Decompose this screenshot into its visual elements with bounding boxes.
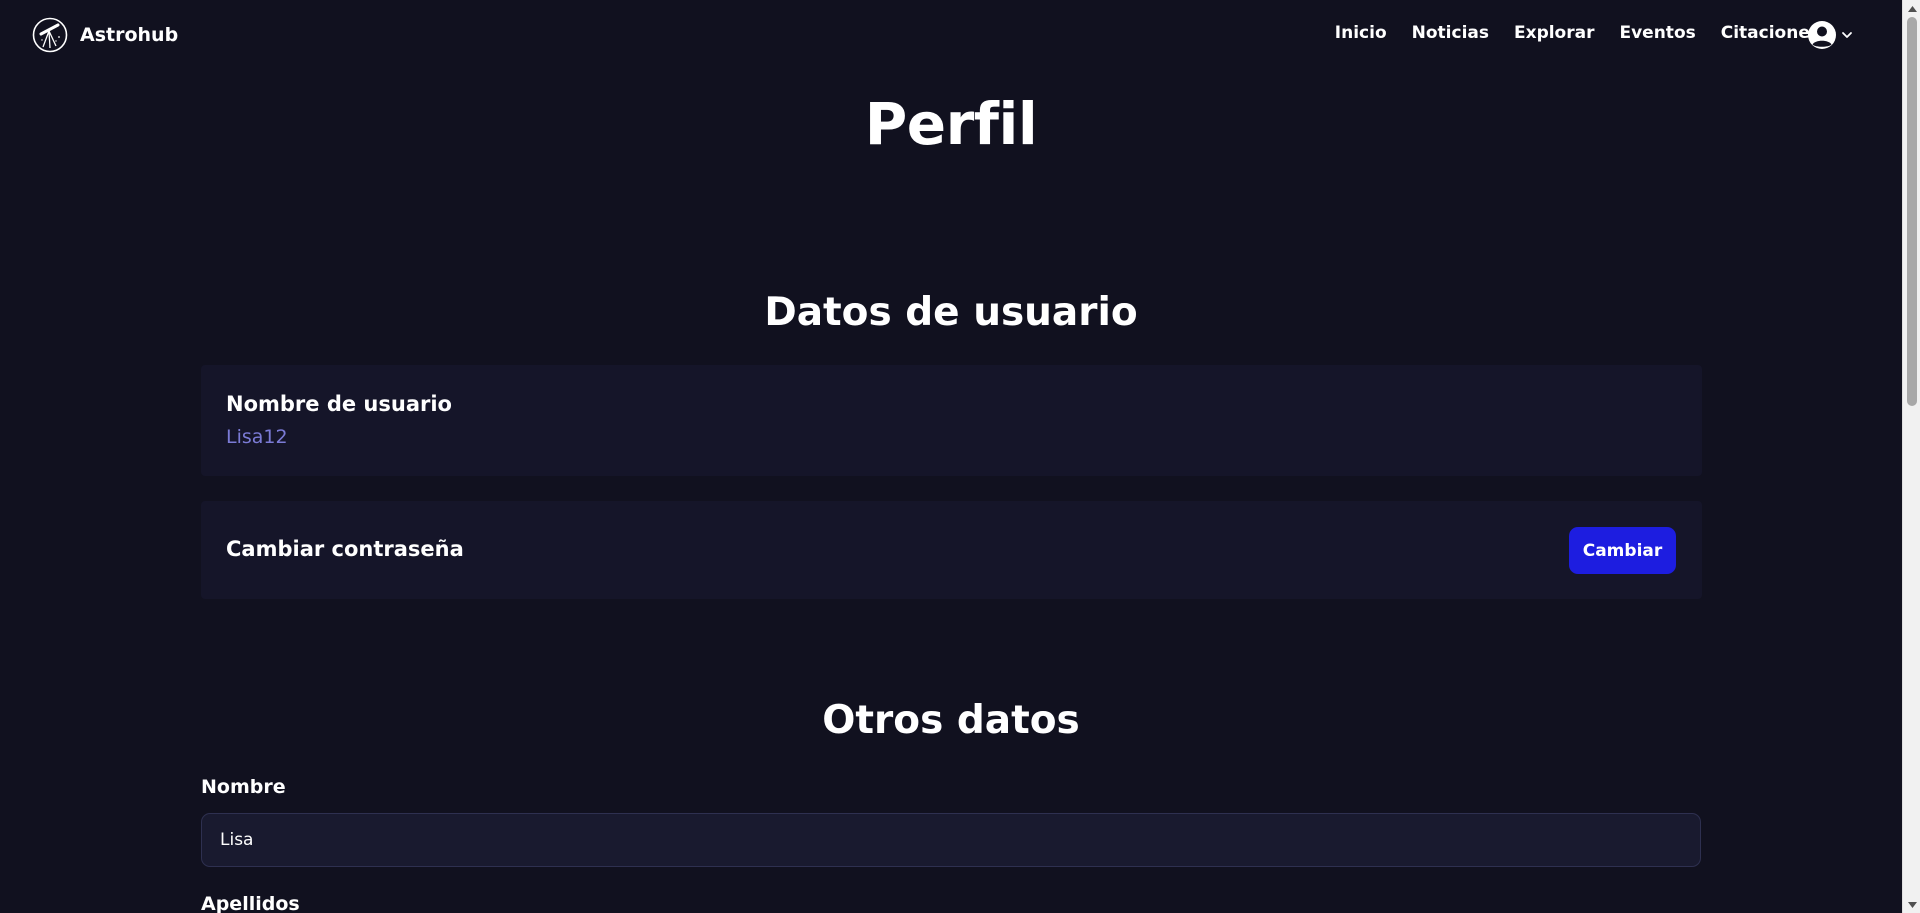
main-nav: Inicio Noticias Explorar Eventos Citacio… [1335,23,1820,43]
change-password-card: Cambiar contraseña Cambiar [201,501,1702,599]
scroll-up-arrow-icon[interactable] [1903,0,1920,17]
nav-link-noticias[interactable]: Noticias [1412,23,1489,43]
other-data-section-title: Otros datos [822,698,1080,743]
apellidos-label: Apellidos [201,893,300,913]
username-card: Nombre de usuario Lisa12 [201,365,1702,476]
brand-name: Astrohub [80,24,179,46]
navbar: Astrohub Inicio Noticias Explorar Evento… [0,0,1902,70]
chevron-down-icon [1842,32,1852,38]
user-circle-icon [1808,21,1836,49]
page-viewport: Astrohub Inicio Noticias Explorar Evento… [0,0,1902,913]
username-label: Nombre de usuario [226,392,452,416]
change-password-label: Cambiar contraseña [226,537,464,561]
user-data-section-title: Datos de usuario [764,290,1138,335]
vertical-scrollbar[interactable] [1902,0,1920,913]
nav-link-explorar[interactable]: Explorar [1514,23,1595,43]
page-title: Perfil [864,90,1038,158]
nav-link-eventos[interactable]: Eventos [1619,23,1695,43]
scroll-down-arrow-icon[interactable] [1903,896,1920,913]
brand-home-link[interactable]: Astrohub [32,17,178,53]
user-menu-button[interactable] [1807,20,1853,50]
nav-link-inicio[interactable]: Inicio [1335,23,1387,43]
change-password-button[interactable]: Cambiar [1569,527,1676,574]
scrollbar-thumb[interactable] [1907,17,1917,406]
telescope-logo-icon [32,17,68,53]
nombre-input[interactable] [201,813,1701,867]
nav-link-citaciones[interactable]: Citaciones [1721,23,1820,43]
username-value: Lisa12 [226,426,288,448]
nombre-label: Nombre [201,776,286,798]
